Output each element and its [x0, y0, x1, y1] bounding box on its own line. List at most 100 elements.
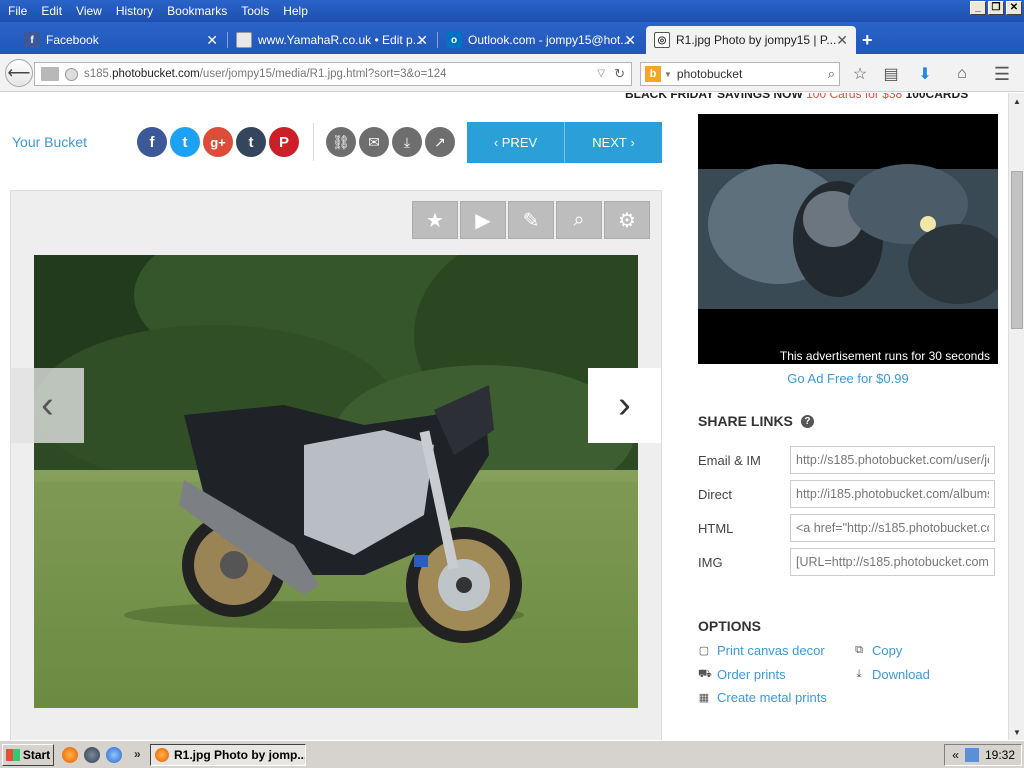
- tray-expand-icon[interactable]: «: [952, 748, 959, 762]
- direct-link-field[interactable]: [790, 480, 995, 508]
- canvas-icon: ▢: [698, 645, 710, 657]
- share-icon[interactable]: ↗: [425, 127, 455, 157]
- globe-icon: [65, 67, 78, 81]
- help-icon[interactable]: ?: [800, 414, 814, 428]
- menu-file[interactable]: File: [2, 4, 33, 18]
- menu-history[interactable]: History: [110, 4, 159, 18]
- scroll-up-arrow-icon[interactable]: ▲: [1009, 93, 1024, 109]
- reading-list-icon[interactable]: ▤: [880, 63, 902, 85]
- google-plus-share-icon[interactable]: g+: [203, 127, 233, 157]
- scrollbar-thumb[interactable]: [1011, 171, 1023, 329]
- prev-button[interactable]: ‹ PREV: [467, 122, 564, 163]
- new-tab-button[interactable]: +: [862, 30, 873, 51]
- windows-flag-icon: [5, 749, 20, 761]
- cart-icon: ⛟: [698, 667, 712, 680]
- tab-title: Facebook: [46, 33, 99, 47]
- next-button[interactable]: NEXT ›: [564, 122, 662, 163]
- menu-tools[interactable]: Tools: [235, 4, 275, 18]
- maximize-button[interactable]: ❐: [988, 1, 1004, 15]
- img-link-field[interactable]: [790, 548, 995, 576]
- share-row-img: IMG: [698, 548, 998, 576]
- home-icon[interactable]: ⌂: [951, 63, 973, 85]
- chevron-double-right-icon[interactable]: »: [134, 747, 141, 761]
- downloads-icon[interactable]: ⬇: [914, 63, 936, 85]
- firefox-quicklaunch-icon[interactable]: [62, 747, 78, 763]
- search-bar[interactable]: b ▼ photobucket ⌕: [640, 62, 840, 86]
- network-icon[interactable]: [964, 748, 979, 762]
- vertical-scrollbar[interactable]: ▲ ▼: [1008, 93, 1024, 740]
- star-icon[interactable]: ★: [412, 201, 458, 239]
- email-icon[interactable]: ✉: [359, 127, 389, 157]
- metal-icon: ▦: [698, 692, 710, 704]
- reload-icon[interactable]: ↻: [614, 66, 625, 82]
- close-window-button[interactable]: ✕: [1006, 1, 1022, 15]
- minimize-button[interactable]: _: [970, 1, 986, 15]
- menu-edit[interactable]: Edit: [35, 4, 68, 18]
- share-row-direct: Direct: [698, 480, 998, 508]
- motorcycle-photo[interactable]: [34, 255, 638, 708]
- download-icon[interactable]: ⤓: [392, 127, 422, 157]
- facebook-share-icon[interactable]: f: [137, 127, 167, 157]
- tab-photobucket-active[interactable]: ◎ R1.jpg Photo by jompy15 | P... ✕: [646, 26, 856, 54]
- search-icon[interactable]: ⌕: [828, 66, 835, 82]
- gear-icon[interactable]: ⚙: [604, 201, 650, 239]
- go-ad-free-link[interactable]: Go Ad Free for $0.99: [698, 371, 998, 386]
- url-bar[interactable]: s185.photobucket.com/user/jompy15/media/…: [34, 62, 632, 86]
- outlook-favicon-icon: o: [446, 32, 462, 48]
- steam-quicklaunch-icon[interactable]: [84, 747, 100, 763]
- menu-bookmarks[interactable]: Bookmarks: [161, 4, 233, 18]
- tab-title: Outlook.com - jompy15@hot...: [468, 33, 631, 47]
- close-tab-icon[interactable]: ✕: [624, 32, 636, 49]
- edit-icon[interactable]: ✎: [508, 201, 554, 239]
- facebook-favicon-icon: f: [24, 32, 40, 48]
- menu-help[interactable]: Help: [277, 4, 314, 18]
- link-icon[interactable]: ⛓: [326, 127, 356, 157]
- url-text: s185.photobucket.com/user/jompy15/media/…: [84, 68, 447, 80]
- clock[interactable]: 19:32: [985, 748, 1015, 762]
- next-photo-arrow[interactable]: ›: [588, 368, 661, 443]
- video-advertisement[interactable]: This advertisement runs for 30 seconds: [698, 114, 998, 364]
- close-tab-icon[interactable]: ✕: [836, 32, 848, 49]
- menu-view[interactable]: View: [70, 4, 108, 18]
- menu-hamburger-icon[interactable]: ☰: [991, 63, 1013, 85]
- dropdown-arrow-icon[interactable]: ▽: [597, 68, 605, 79]
- bing-logo-icon[interactable]: b: [645, 66, 661, 82]
- your-bucket-link[interactable]: Your Bucket: [12, 134, 87, 150]
- share-links-heading: SHARE LINKS ?: [698, 413, 814, 429]
- start-button[interactable]: Start: [2, 744, 54, 766]
- close-tab-icon[interactable]: ✕: [206, 32, 218, 49]
- print-canvas-decor-link[interactable]: ▢ Print canvas decor: [698, 643, 825, 658]
- tumblr-share-icon[interactable]: t: [236, 127, 266, 157]
- zoom-icon[interactable]: ⌕: [556, 201, 602, 239]
- scroll-down-arrow-icon[interactable]: ▼: [1009, 724, 1024, 740]
- ie-quicklaunch-icon[interactable]: [106, 747, 122, 763]
- order-prints-link[interactable]: ⛟ Order prints: [698, 667, 786, 682]
- tab-outlook[interactable]: o Outlook.com - jompy15@hot... ✕: [438, 26, 644, 54]
- tab-yamahar[interactable]: www.YamahaR.co.uk • Edit p... ✕: [228, 26, 436, 54]
- engine-dropdown-icon[interactable]: ▼: [664, 70, 672, 79]
- share-row-html: HTML: [698, 514, 998, 542]
- play-icon[interactable]: ▶: [460, 201, 506, 239]
- download-link[interactable]: ⤓ Download: [853, 667, 930, 682]
- system-tray: « 19:32: [944, 744, 1022, 766]
- search-input[interactable]: photobucket: [677, 67, 742, 81]
- download-icon: ⤓: [856, 668, 862, 680]
- close-tab-icon[interactable]: ✕: [416, 32, 428, 49]
- window-controls: _ ❐ ✕: [970, 1, 1022, 15]
- back-button[interactable]: ⟵: [5, 59, 33, 87]
- bookmark-star-icon[interactable]: ☆: [849, 63, 871, 85]
- tab-facebook[interactable]: f Facebook ✕: [16, 26, 226, 54]
- html-link-field[interactable]: [790, 514, 995, 542]
- twitter-share-icon[interactable]: t: [170, 127, 200, 157]
- copy-link[interactable]: ⧉ Copy: [853, 643, 902, 658]
- firefox-icon: [155, 748, 169, 762]
- email-im-link-field[interactable]: [790, 446, 995, 474]
- ad-caption: This advertisement runs for 30 seconds: [779, 349, 990, 363]
- create-metal-prints-link[interactable]: ▦ Create metal prints: [698, 690, 827, 705]
- promo-banner[interactable]: BLACK FRIDAY SAVINGS NOW 100 Cards for $…: [625, 93, 968, 101]
- pinterest-share-icon[interactable]: P: [269, 127, 299, 157]
- prev-next-nav: ‹ PREV NEXT ›: [467, 122, 662, 163]
- previous-photo-arrow[interactable]: ‹: [11, 368, 84, 443]
- tab-title: R1.jpg Photo by jompy15 | P...: [676, 33, 837, 47]
- taskbar-firefox-window[interactable]: R1.jpg Photo by jomp...: [150, 744, 306, 766]
